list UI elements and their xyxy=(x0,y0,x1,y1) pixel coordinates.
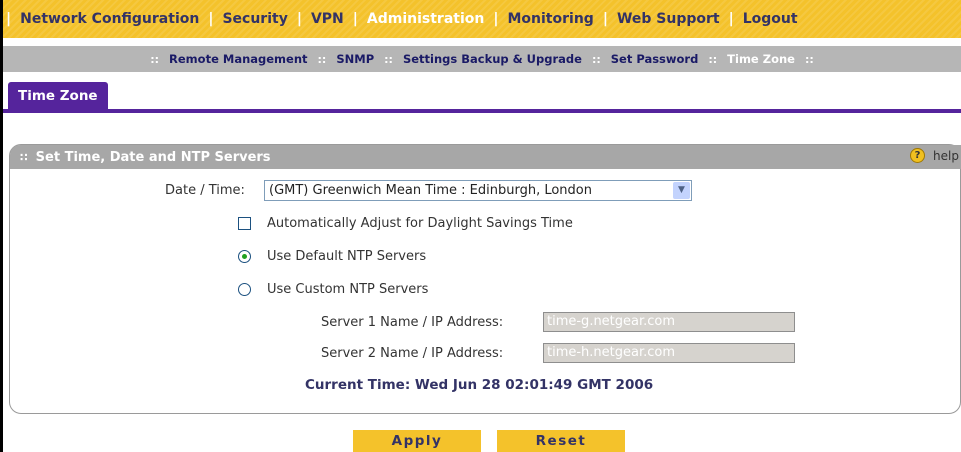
server2-input[interactable]: time-h.netgear.com xyxy=(543,343,795,363)
nav-logout[interactable]: Logout xyxy=(737,11,804,27)
timezone-select[interactable]: (GMT) Greenwich Mean Time : Edinburgh, L… xyxy=(264,180,692,201)
nav-separator: | xyxy=(352,11,358,27)
subnav-separator: :: xyxy=(317,52,327,66)
nav-vpn[interactable]: VPN xyxy=(305,11,350,27)
panel-title: Set Time, Date and NTP Servers xyxy=(35,149,271,165)
subnav-remote-management[interactable]: Remote Management xyxy=(164,52,313,66)
subnav-settings-backup-upgrade[interactable]: Settings Backup & Upgrade xyxy=(398,52,587,66)
tab-underline xyxy=(3,109,961,113)
sub-navigation-bar: :: Remote Management :: SNMP :: Settings… xyxy=(3,46,961,72)
nav-web-support[interactable]: Web Support xyxy=(611,11,726,27)
nav-monitoring[interactable]: Monitoring xyxy=(501,11,599,27)
custom-ntp-radio[interactable] xyxy=(238,283,251,296)
nav-administration[interactable]: Administration xyxy=(361,11,490,27)
nav-separator: | xyxy=(208,11,214,27)
help-link[interactable]: ? help xyxy=(910,148,959,163)
grip-icon: ∷ xyxy=(20,150,28,164)
nav-separator: | xyxy=(296,11,302,27)
dst-label: Automatically Adjust for Daylight Saving… xyxy=(267,216,573,231)
nav-separator: | xyxy=(493,11,499,27)
default-ntp-row: Use Default NTP Servers xyxy=(238,249,426,264)
current-time: Current Time: Wed Jun 28 02:01:49 GMT 20… xyxy=(305,377,654,393)
server2-label: Server 2 Name / IP Address: xyxy=(321,346,504,361)
nav-separator: | xyxy=(602,11,608,27)
server1-label: Server 1 Name / IP Address: xyxy=(321,315,504,330)
dst-checkbox[interactable] xyxy=(238,217,251,230)
subnav-separator: :: xyxy=(708,52,718,66)
custom-ntp-label: Use Custom NTP Servers xyxy=(267,282,429,297)
subnav-snmp[interactable]: SNMP xyxy=(331,52,379,66)
default-ntp-radio[interactable] xyxy=(238,250,251,263)
subnav-separator: :: xyxy=(384,52,393,66)
subnav-time-zone[interactable]: Time Zone xyxy=(722,52,800,66)
panel-header: ∷ Set Time, Date and NTP Servers ? help xyxy=(10,145,961,169)
default-ntp-label: Use Default NTP Servers xyxy=(267,249,427,264)
dst-row: Automatically Adjust for Daylight Saving… xyxy=(238,216,573,231)
date-time-label: Date / Time: xyxy=(165,183,245,198)
subnav-separator: :: xyxy=(591,52,601,66)
apply-button[interactable]: Apply xyxy=(353,430,481,452)
tab-time-zone[interactable]: Time Zone xyxy=(8,82,108,109)
help-label: help xyxy=(933,148,959,163)
help-icon: ? xyxy=(910,148,926,163)
nav-separator: | xyxy=(728,11,734,27)
subnav-separator: :: xyxy=(150,52,160,66)
tab-label: Time Zone xyxy=(18,87,98,104)
nav-security[interactable]: Security xyxy=(216,11,293,27)
reset-button[interactable]: Reset xyxy=(497,430,625,452)
custom-ntp-row: Use Custom NTP Servers xyxy=(238,282,428,297)
subnav-separator: :: xyxy=(804,52,814,66)
nav-network-configuration[interactable]: Network Configuration xyxy=(14,11,205,27)
nav-separator: | xyxy=(6,11,12,27)
timezone-select-value: (GMT) Greenwich Mean Time : Edinburgh, L… xyxy=(269,183,592,198)
top-navigation-bar: | Network Configuration | Security | VPN… xyxy=(3,0,961,38)
server1-input[interactable]: time-g.netgear.com xyxy=(543,312,795,332)
chevron-down-icon[interactable]: ▼ xyxy=(673,182,690,199)
subnav-set-password[interactable]: Set Password xyxy=(606,52,704,66)
